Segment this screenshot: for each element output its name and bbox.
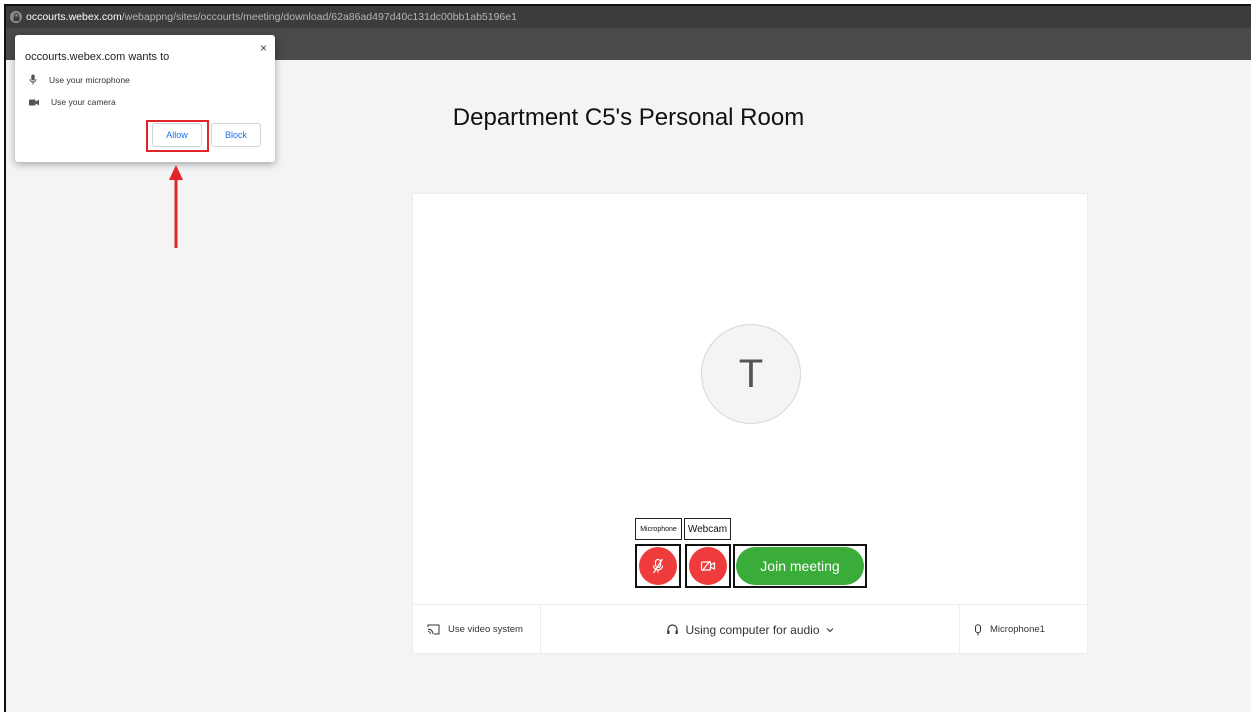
webcam-tag: Webcam bbox=[684, 518, 731, 540]
permission-camera-label: Use your camera bbox=[51, 97, 116, 107]
audio-connection-dropdown[interactable]: Using computer for audio bbox=[541, 623, 959, 637]
url-domain: occourts.webex.com bbox=[26, 11, 122, 23]
mute-button-outline bbox=[635, 544, 681, 588]
permission-microphone-row: Use your microphone bbox=[29, 74, 130, 85]
chevron-down-icon bbox=[826, 627, 834, 633]
microphone-muted-icon bbox=[652, 558, 664, 574]
permission-prompt: occourts.webex.com wants to × Use your m… bbox=[15, 35, 275, 162]
permission-microphone-label: Use your microphone bbox=[49, 74, 130, 85]
allow-highlight-box bbox=[146, 120, 209, 152]
url-path: /webappng/sites/occourts/meeting/downloa… bbox=[121, 11, 517, 23]
camera-icon bbox=[29, 99, 39, 106]
annotation-arrow bbox=[169, 165, 183, 248]
use-video-system-button[interactable]: Use video system bbox=[413, 605, 541, 654]
audio-options-bar: Use video system Using computer for audi… bbox=[413, 604, 1087, 654]
microphone-icon bbox=[974, 623, 982, 636]
browser-frame: occourts.webex.com /webappng/sites/occou… bbox=[4, 4, 1251, 712]
cast-icon bbox=[427, 624, 440, 635]
microphone-icon bbox=[29, 74, 37, 85]
microphone-device-label: Microphone1 bbox=[990, 624, 1045, 635]
address-bar[interactable]: occourts.webex.com /webappng/sites/occou… bbox=[6, 6, 1251, 28]
block-button[interactable]: Block bbox=[211, 123, 261, 147]
meeting-preview-card: T Microphone Webcam Join meeting Use vid… bbox=[412, 193, 1088, 654]
headset-icon bbox=[666, 623, 679, 636]
avatar: T bbox=[701, 324, 801, 424]
join-button-outline: Join meeting bbox=[733, 544, 867, 588]
mute-microphone-button[interactable] bbox=[639, 547, 677, 585]
audio-option-label: Using computer for audio bbox=[685, 622, 820, 637]
close-icon[interactable]: × bbox=[260, 41, 267, 55]
permission-prompt-title: occourts.webex.com wants to bbox=[25, 51, 170, 63]
video-button-outline bbox=[685, 544, 731, 588]
join-meeting-button[interactable]: Join meeting bbox=[736, 547, 864, 585]
use-video-system-label: Use video system bbox=[448, 624, 523, 635]
lock-icon[interactable] bbox=[10, 11, 22, 23]
stop-video-button[interactable] bbox=[689, 547, 727, 585]
camera-off-icon bbox=[700, 560, 716, 572]
permission-camera-row: Use your camera bbox=[29, 97, 116, 107]
microphone-tag: Microphone bbox=[635, 518, 682, 540]
microphone-selector[interactable]: Microphone1 bbox=[959, 605, 1087, 654]
